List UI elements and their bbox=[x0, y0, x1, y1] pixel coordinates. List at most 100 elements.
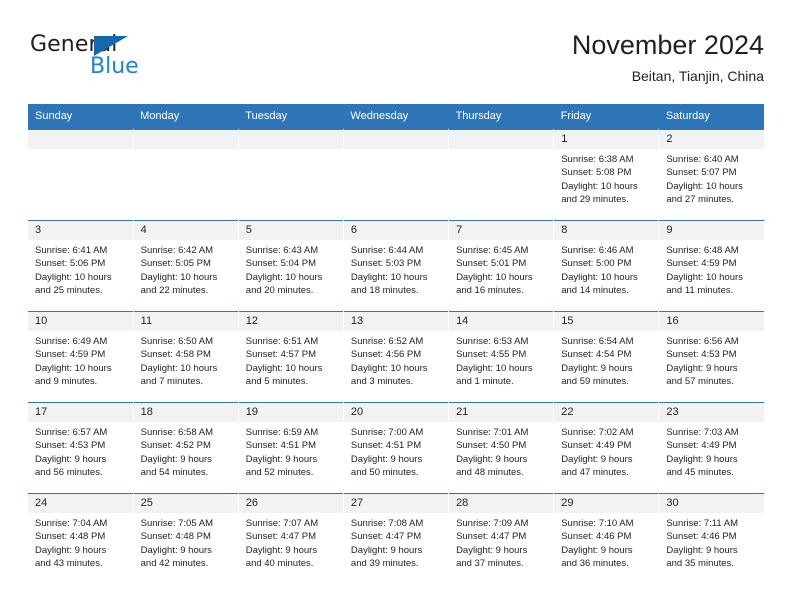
daylight-text-line1: Daylight: 10 hours bbox=[140, 271, 218, 283]
calendar-week-row: 24 Sunrise: 7:04 AM Sunset: 4:48 PM Dayligh… bbox=[28, 493, 764, 584]
daylight-text-line2: and 9 minutes. bbox=[35, 376, 98, 388]
calendar-day-cell[interactable]: 17 Sunrise: 6:57 AM Sunset: 4:53 PM Dayligh… bbox=[28, 402, 134, 494]
calendar-day-cell[interactable]: 4 Sunrise: 6:42 AM Sunset: 5:05 PM Daylight… bbox=[133, 220, 239, 312]
calendar-day-cell[interactable]: 29 Sunrise: 7:10 AM Sunset: 4:46 PM Dayligh… bbox=[553, 493, 660, 584]
calendar-day-cell[interactable]: 12 Sunrise: 6:51 AM Sunset: 4:57 PM Dayligh… bbox=[238, 311, 344, 403]
day-details: Sunrise: 6:57 AM Sunset: 4:53 PM Daylight:… bbox=[28, 422, 133, 480]
daylight-text-line1: Daylight: 9 hours bbox=[35, 544, 107, 556]
sunrise-text: Sunrise: 7:05 AM bbox=[140, 518, 213, 529]
day-number: 24 bbox=[28, 494, 133, 513]
calendar-day-cell[interactable]: 5 Sunrise: 6:43 AM Sunset: 5:04 PM Daylight… bbox=[238, 220, 344, 312]
daylight-text-line2: and 47 minutes. bbox=[561, 467, 629, 479]
daylight-text-line1: Daylight: 10 hours bbox=[456, 271, 533, 283]
daylight-text-line2: and 35 minutes. bbox=[666, 558, 734, 570]
daylight-text-line1: Daylight: 10 hours bbox=[561, 180, 638, 192]
calendar-day-cell[interactable]: 7 Sunrise: 6:45 AM Sunset: 5:01 PM Daylight… bbox=[448, 220, 555, 312]
daylight-text-line2: and 3 minutes. bbox=[350, 376, 414, 388]
daylight-text-line2: and 25 minutes. bbox=[35, 285, 103, 297]
calendar-day-cell[interactable]: 14 Sunrise: 6:53 AM Sunset: 4:55 PM Dayligh… bbox=[448, 311, 555, 403]
daylight-text-line1: Daylight: 9 hours bbox=[666, 544, 738, 556]
sunrise-text: Sunrise: 7:09 AM bbox=[456, 518, 529, 529]
sunrise-text: Sunrise: 7:07 AM bbox=[245, 518, 319, 529]
day-number: 21 bbox=[449, 403, 554, 422]
general-blue-logo[interactable]: General Blue bbox=[28, 32, 158, 88]
sunset-text: Sunset: 4:46 PM bbox=[666, 531, 737, 543]
day-number: 22 bbox=[554, 403, 659, 422]
calendar-day-cell[interactable]: 23 Sunrise: 7:03 AM Sunset: 4:49 PM Dayligh… bbox=[658, 402, 764, 494]
daylight-text-line2: and 45 minutes. bbox=[666, 467, 734, 479]
day-number: 15 bbox=[554, 312, 659, 331]
calendar-day-cell[interactable]: 3 Sunrise: 6:41 AM Sunset: 5:06 PM Daylight… bbox=[28, 220, 134, 312]
sunset-text: Sunset: 4:58 PM bbox=[140, 349, 211, 361]
day-number: 30 bbox=[659, 494, 764, 513]
sunrise-text: Sunrise: 6:45 AM bbox=[456, 245, 529, 256]
calendar-day-cell[interactable]: 9 Sunrise: 6:48 AM Sunset: 4:59 PM Daylight… bbox=[658, 220, 764, 312]
day-details: Sunrise: 6:52 AM Sunset: 4:56 PM Daylight:… bbox=[344, 331, 448, 389]
calendar-day-cell[interactable]: 21 Sunrise: 7:01 AM Sunset: 4:50 PM Dayligh… bbox=[448, 402, 555, 494]
day-details: Sunrise: 7:10 AM Sunset: 4:46 PM Daylight:… bbox=[554, 513, 658, 571]
weekday-header-monday: Monday bbox=[133, 104, 239, 130]
sunset-text: Sunset: 4:47 PM bbox=[245, 531, 317, 543]
day-details: Sunrise: 7:08 AM Sunset: 4:47 PM Daylight:… bbox=[344, 513, 448, 571]
sunset-text: Sunset: 4:56 PM bbox=[350, 349, 422, 361]
weekday-header-tuesday: Tuesday bbox=[238, 104, 344, 130]
sunset-text: Sunset: 4:49 PM bbox=[561, 440, 632, 452]
calendar-day-cell[interactable]: 15 Sunrise: 6:54 AM Sunset: 4:54 PM Dayligh… bbox=[553, 311, 660, 403]
calendar-day-cell[interactable]: 13 Sunrise: 6:52 AM Sunset: 4:56 PM Dayligh… bbox=[343, 311, 450, 403]
day-number bbox=[238, 130, 343, 149]
daylight-text-line2: and 7 minutes. bbox=[140, 376, 203, 388]
calendar-day-cell[interactable]: 8 Sunrise: 6:46 AM Sunset: 5:00 PM Daylight… bbox=[553, 220, 660, 312]
day-details: Sunrise: 6:53 AM Sunset: 4:55 PM Daylight:… bbox=[449, 331, 553, 389]
calendar-day-cell[interactable]: 11 Sunrise: 6:50 AM Sunset: 4:58 PM Dayligh… bbox=[133, 311, 239, 403]
sunrise-text: Sunrise: 6:46 AM bbox=[561, 245, 634, 256]
calendar-cell-empty bbox=[28, 129, 134, 221]
daylight-text-line2: and 1 minute. bbox=[456, 376, 514, 388]
day-number: 8 bbox=[554, 221, 659, 240]
day-number: 7 bbox=[449, 221, 554, 240]
daylight-text-line1: Daylight: 10 hours bbox=[456, 362, 533, 374]
day-number: 29 bbox=[554, 494, 659, 513]
day-details: Sunrise: 6:46 AM Sunset: 5:00 PM Daylight:… bbox=[554, 240, 658, 298]
day-details: Sunrise: 6:45 AM Sunset: 5:01 PM Daylight:… bbox=[449, 240, 553, 298]
logo-text-blue: Blue bbox=[90, 54, 139, 79]
sunset-text: Sunset: 5:08 PM bbox=[561, 167, 632, 179]
page-title: November 2024 bbox=[571, 30, 764, 60]
calendar-cell-empty bbox=[133, 129, 239, 221]
sunrise-text: Sunrise: 6:44 AM bbox=[350, 245, 424, 256]
calendar-day-cell[interactable]: 30 Sunrise: 7:11 AM Sunset: 4:46 PM Dayligh… bbox=[658, 493, 764, 584]
calendar-day-cell[interactable]: 10 Sunrise: 6:49 AM Sunset: 4:59 PM Dayligh… bbox=[28, 311, 134, 403]
calendar-day-cell[interactable]: 6 Sunrise: 6:44 AM Sunset: 5:03 PM Daylight… bbox=[343, 220, 450, 312]
sunrise-text: Sunrise: 7:08 AM bbox=[350, 518, 424, 529]
sunset-text: Sunset: 4:48 PM bbox=[35, 531, 106, 543]
calendar-day-cell[interactable]: 24 Sunrise: 7:04 AM Sunset: 4:48 PM Dayligh… bbox=[28, 493, 134, 584]
day-details: Sunrise: 6:54 AM Sunset: 4:54 PM Daylight:… bbox=[554, 331, 658, 389]
calendar-day-cell[interactable]: 28 Sunrise: 7:09 AM Sunset: 4:47 PM Dayligh… bbox=[448, 493, 555, 584]
sunrise-text: Sunrise: 7:11 AM bbox=[666, 518, 738, 529]
calendar-day-cell[interactable]: 2 Sunrise: 6:40 AM Sunset: 5:07 PM Daylight… bbox=[658, 129, 764, 221]
day-number: 6 bbox=[343, 221, 449, 240]
day-number: 17 bbox=[28, 403, 133, 422]
calendar-day-cell[interactable]: 22 Sunrise: 7:02 AM Sunset: 4:49 PM Dayligh… bbox=[553, 402, 660, 494]
calendar-day-cell[interactable]: 27 Sunrise: 7:08 AM Sunset: 4:47 PM Dayligh… bbox=[343, 493, 450, 584]
calendar-day-cell[interactable]: 26 Sunrise: 7:07 AM Sunset: 4:47 PM Dayligh… bbox=[238, 493, 344, 584]
daylight-text-line1: Daylight: 9 hours bbox=[350, 453, 423, 465]
calendar-day-cell[interactable]: 19 Sunrise: 6:59 AM Sunset: 4:51 PM Dayligh… bbox=[238, 402, 344, 494]
day-number: 25 bbox=[133, 494, 238, 513]
calendar-table: Sunday Monday Tuesday Wednesday Thursday Frid… bbox=[28, 104, 764, 584]
calendar-day-cell[interactable]: 18 Sunrise: 6:58 AM Sunset: 4:52 PM Dayligh… bbox=[133, 402, 239, 494]
daylight-text-line1: Daylight: 9 hours bbox=[140, 544, 212, 556]
daylight-text-line1: Daylight: 9 hours bbox=[350, 544, 423, 556]
day-details: Sunrise: 7:09 AM Sunset: 4:47 PM Daylight:… bbox=[449, 513, 553, 571]
daylight-text-line1: Daylight: 10 hours bbox=[666, 271, 743, 283]
day-number: 26 bbox=[238, 494, 343, 513]
calendar-day-cell[interactable]: 16 Sunrise: 6:56 AM Sunset: 4:53 PM Dayligh… bbox=[658, 311, 764, 403]
sunrise-text: Sunrise: 7:01 AM bbox=[456, 427, 529, 438]
daylight-text-line1: Daylight: 9 hours bbox=[666, 362, 738, 374]
daylight-text-line2: and 59 minutes. bbox=[561, 376, 629, 388]
day-details: Sunrise: 6:44 AM Sunset: 5:03 PM Daylight:… bbox=[344, 240, 448, 298]
sunset-text: Sunset: 4:48 PM bbox=[140, 531, 211, 543]
calendar-day-cell[interactable]: 25 Sunrise: 7:05 AM Sunset: 4:48 PM Dayligh… bbox=[133, 493, 239, 584]
calendar-day-cell[interactable]: 1 Sunrise: 6:38 AM Sunset: 5:08 PM Daylight… bbox=[553, 129, 660, 221]
calendar-week-row: 10 Sunrise: 6:49 AM Sunset: 4:59 PM Dayligh… bbox=[28, 311, 764, 403]
calendar-day-cell[interactable]: 20 Sunrise: 7:00 AM Sunset: 4:51 PM Dayligh… bbox=[343, 402, 450, 494]
